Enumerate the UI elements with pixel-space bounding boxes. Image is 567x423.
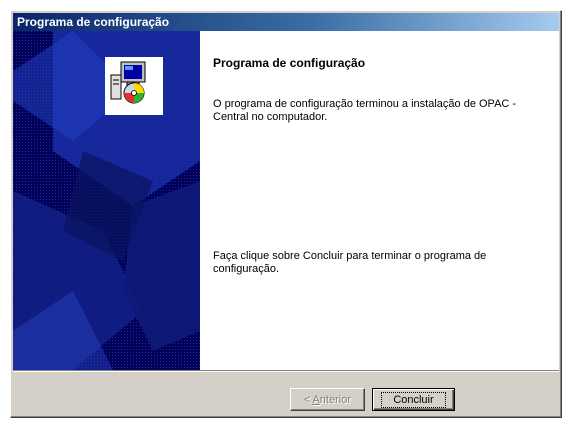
back-button[interactable]: < Anterior — [290, 388, 365, 411]
setup-dialog: Programa de configuração Programa de con… — [10, 10, 562, 418]
finish-instruction: Faça clique sobre Concluir para terminar… — [213, 250, 487, 275]
title-bar[interactable]: Programa de configuração — [13, 13, 559, 31]
back-label-rest: nterior — [319, 393, 351, 406]
window-title: Programa de configuração — [17, 15, 170, 29]
back-access-key: A — [312, 393, 320, 406]
wizard-banner — [13, 31, 200, 370]
wizard-content: Programa de configuração O programa de c… — [200, 31, 559, 370]
finish-button[interactable]: Concluir — [372, 388, 455, 411]
separator — [13, 370, 559, 372]
setup-computer-icon — [110, 61, 146, 104]
back-arrow: < — [304, 393, 311, 406]
page-title: Programa de configuração — [213, 56, 366, 70]
completion-message: O programa de configuração terminou a in… — [213, 98, 517, 123]
setup-icon-frame — [105, 57, 163, 115]
finish-label: Concluir — [381, 391, 446, 408]
